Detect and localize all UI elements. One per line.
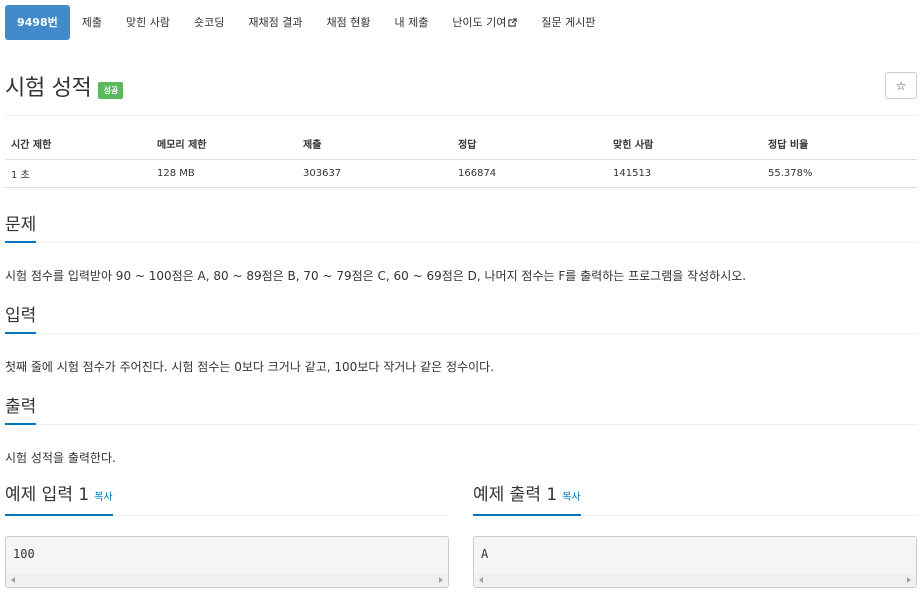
nav-tab-short-coding[interactable]: 숏코딩	[182, 5, 236, 40]
status-badge: 성공	[98, 81, 124, 99]
title-divider	[5, 115, 917, 116]
header-time-limit: 시간 제한	[11, 140, 52, 151]
info-table-row: 1 초 128 MB 303637 166874 141513 55.378%	[5, 160, 917, 188]
copy-sample-output-link[interactable]: 복사	[562, 492, 580, 503]
scroll-left-icon[interactable]	[479, 577, 483, 583]
section-description-title: 문제	[5, 214, 37, 243]
nav-tab-difficulty-label: 난이도 기여	[452, 16, 507, 29]
problem-nav: 9498번 제출 맞힌 사람 숏코딩 재채점 결과 채점 현황 내 제출 난이도…	[5, 5, 608, 40]
sample-input-value: 100	[13, 547, 35, 561]
sample-input-title-text: 예제 입력 1	[5, 485, 90, 505]
nav-tab-difficulty-contribution[interactable]: 난이도 기여	[440, 5, 529, 40]
nav-tab-judge-status[interactable]: 채점 현황	[314, 5, 382, 40]
header-solved-users: 맞힌 사람	[613, 140, 654, 151]
header-accepted: 정답	[458, 140, 477, 151]
header-memory-limit: 메모리 제한	[157, 140, 207, 151]
nav-tab-problem[interactable]: 9498번	[5, 5, 70, 40]
nav-tab-question-board[interactable]: 질문 게시판	[529, 5, 607, 40]
sample-output-title: 예제 출력 1 복사	[473, 484, 581, 516]
problem-title-row: 시험 성적 성공	[5, 68, 124, 104]
sample-output-box[interactable]: A	[473, 536, 917, 588]
info-table-header: 시간 제한 메모리 제한 제출 정답 맞힌 사람 정답 비율	[5, 128, 917, 160]
favorite-star-button[interactable]: ☆	[885, 72, 917, 99]
nav-tab-submit[interactable]: 제출	[70, 5, 114, 40]
value-submissions: 303637	[303, 168, 342, 179]
sample-output-scrollbar[interactable]	[474, 574, 916, 587]
output-text: 시험 성적을 출력한다.	[5, 451, 116, 465]
section-output-title: 출력	[5, 396, 37, 425]
star-icon: ☆	[895, 78, 907, 93]
sample-output-header: 예제 출력 1 복사	[473, 484, 917, 516]
external-link-icon	[508, 18, 518, 27]
sample-input-title: 예제 입력 1 복사	[5, 484, 113, 516]
section-input-title: 입력	[5, 305, 37, 334]
sample-input-scrollbar[interactable]	[6, 574, 448, 587]
copy-sample-input-link[interactable]: 복사	[94, 492, 112, 503]
sample-input-box[interactable]: 100	[5, 536, 449, 588]
nav-tab-solved-users[interactable]: 맞힌 사람	[114, 5, 182, 40]
value-accepted: 166874	[458, 168, 497, 179]
sample-input-header: 예제 입력 1 복사	[5, 484, 449, 516]
nav-tab-rejudge-results[interactable]: 재채점 결과	[236, 5, 314, 40]
scroll-left-icon[interactable]	[11, 577, 15, 583]
section-description-header: 문제	[5, 211, 917, 243]
input-text: 첫째 줄에 시험 점수가 주어진다. 시험 점수는 0보다 크거나 같고, 10…	[5, 360, 495, 374]
value-time-limit: 1 초	[11, 170, 30, 181]
problem-info-table: 시간 제한 메모리 제한 제출 정답 맞힌 사람 정답 비율 1 초 128 M…	[5, 128, 917, 188]
problem-title: 시험 성적	[5, 76, 92, 101]
header-submissions: 제출	[303, 140, 322, 151]
sample-output-title-text: 예제 출력 1	[473, 485, 558, 505]
value-solved-users: 141513	[613, 168, 652, 179]
section-output-header: 출력	[5, 393, 917, 425]
header-accept-ratio: 정답 비율	[768, 140, 809, 151]
description-text: 시험 점수를 입력받아 90 ~ 100점은 A, 80 ~ 89점은 B, 7…	[5, 269, 747, 283]
nav-tab-my-submissions[interactable]: 내 제출	[382, 5, 440, 40]
scroll-right-icon[interactable]	[439, 577, 443, 583]
scroll-right-icon[interactable]	[907, 577, 911, 583]
section-input-header: 입력	[5, 302, 917, 334]
value-memory-limit: 128 MB	[157, 168, 195, 179]
value-accept-ratio: 55.378%	[768, 168, 813, 179]
sample-output-value: A	[481, 547, 489, 561]
